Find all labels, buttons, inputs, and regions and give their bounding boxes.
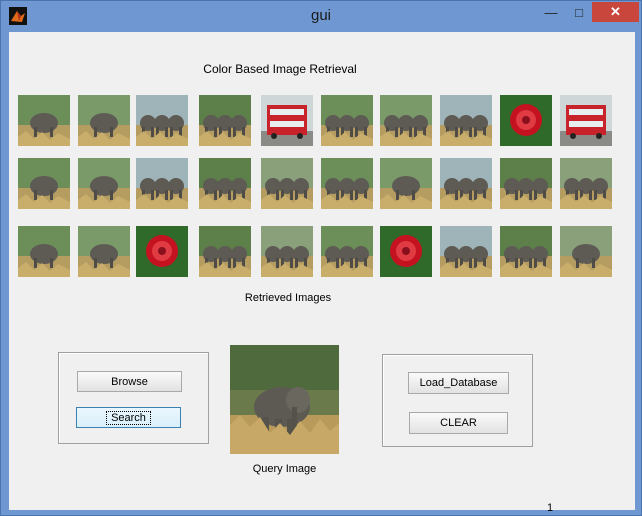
retrieved-image-thumbnail <box>321 158 373 209</box>
retrieved-image-thumbnail <box>78 158 130 209</box>
retrieved-image-thumbnail <box>18 158 70 209</box>
retrieved-image-thumbnail <box>261 95 313 146</box>
left-button-panel: Browse Search <box>58 352 209 444</box>
title-bar[interactable]: gui — □ ✕ <box>1 1 641 32</box>
retrieved-image-thumbnail <box>78 95 130 146</box>
figure-area: Color Based Image Retrieval Retrieved Im… <box>9 32 635 514</box>
retrieved-image-thumbnail <box>321 95 373 146</box>
retrieved-image-thumbnail <box>78 226 130 277</box>
retrieved-image-thumbnail <box>199 158 251 209</box>
retrieved-image-thumbnail <box>500 95 552 146</box>
retrieved-image-thumbnail <box>560 226 612 277</box>
retrieved-image-thumbnail <box>321 226 373 277</box>
retrieved-image-thumbnail <box>380 226 432 277</box>
query-image-label: Query Image <box>252 463 317 475</box>
retrieved-image-thumbnail <box>380 95 432 146</box>
retrieved-image-thumbnail <box>500 226 552 277</box>
retrieved-image-thumbnail <box>440 95 492 146</box>
page-title: Color Based Image Retrieval <box>203 62 357 76</box>
retrieved-image-thumbnail <box>18 226 70 277</box>
retrieved-image-thumbnail <box>136 158 188 209</box>
app-window: gui — □ ✕ Color Based Image Retrieval Re… <box>0 0 642 516</box>
retrieved-image-thumbnail <box>136 226 188 277</box>
retrieved-image-thumbnail <box>500 158 552 209</box>
retrieved-image-thumbnail <box>18 95 70 146</box>
load-database-button[interactable]: Load_Database <box>408 372 509 394</box>
search-button[interactable]: Search <box>76 407 181 428</box>
retrieved-image-thumbnail <box>560 158 612 209</box>
clear-button[interactable]: CLEAR <box>409 412 508 434</box>
close-icon: ✕ <box>610 4 621 19</box>
retrieved-image-thumbnail <box>261 158 313 209</box>
close-button[interactable]: ✕ <box>592 2 639 22</box>
retrieved-images-label: Retrieved Images <box>244 292 332 304</box>
right-button-panel: Load_Database CLEAR <box>382 354 533 447</box>
browse-button[interactable]: Browse <box>77 371 182 392</box>
retrieved-image-thumbnail <box>199 226 251 277</box>
retrieved-image-thumbnail <box>440 226 492 277</box>
retrieved-image-thumbnail <box>261 226 313 277</box>
minimize-icon: — <box>544 4 558 20</box>
retrieved-image-thumbnail <box>560 95 612 146</box>
search-button-label: Search <box>106 410 151 425</box>
minimize-button[interactable]: — <box>538 2 564 22</box>
maximize-button[interactable]: □ <box>566 2 592 22</box>
query-image <box>230 345 339 454</box>
retrieved-image-thumbnail <box>380 158 432 209</box>
corner-text: 1 <box>547 502 554 514</box>
retrieved-image-thumbnail <box>136 95 188 146</box>
retrieved-image-thumbnail <box>440 158 492 209</box>
retrieved-image-thumbnail <box>199 95 251 146</box>
maximize-icon: □ <box>575 4 583 20</box>
